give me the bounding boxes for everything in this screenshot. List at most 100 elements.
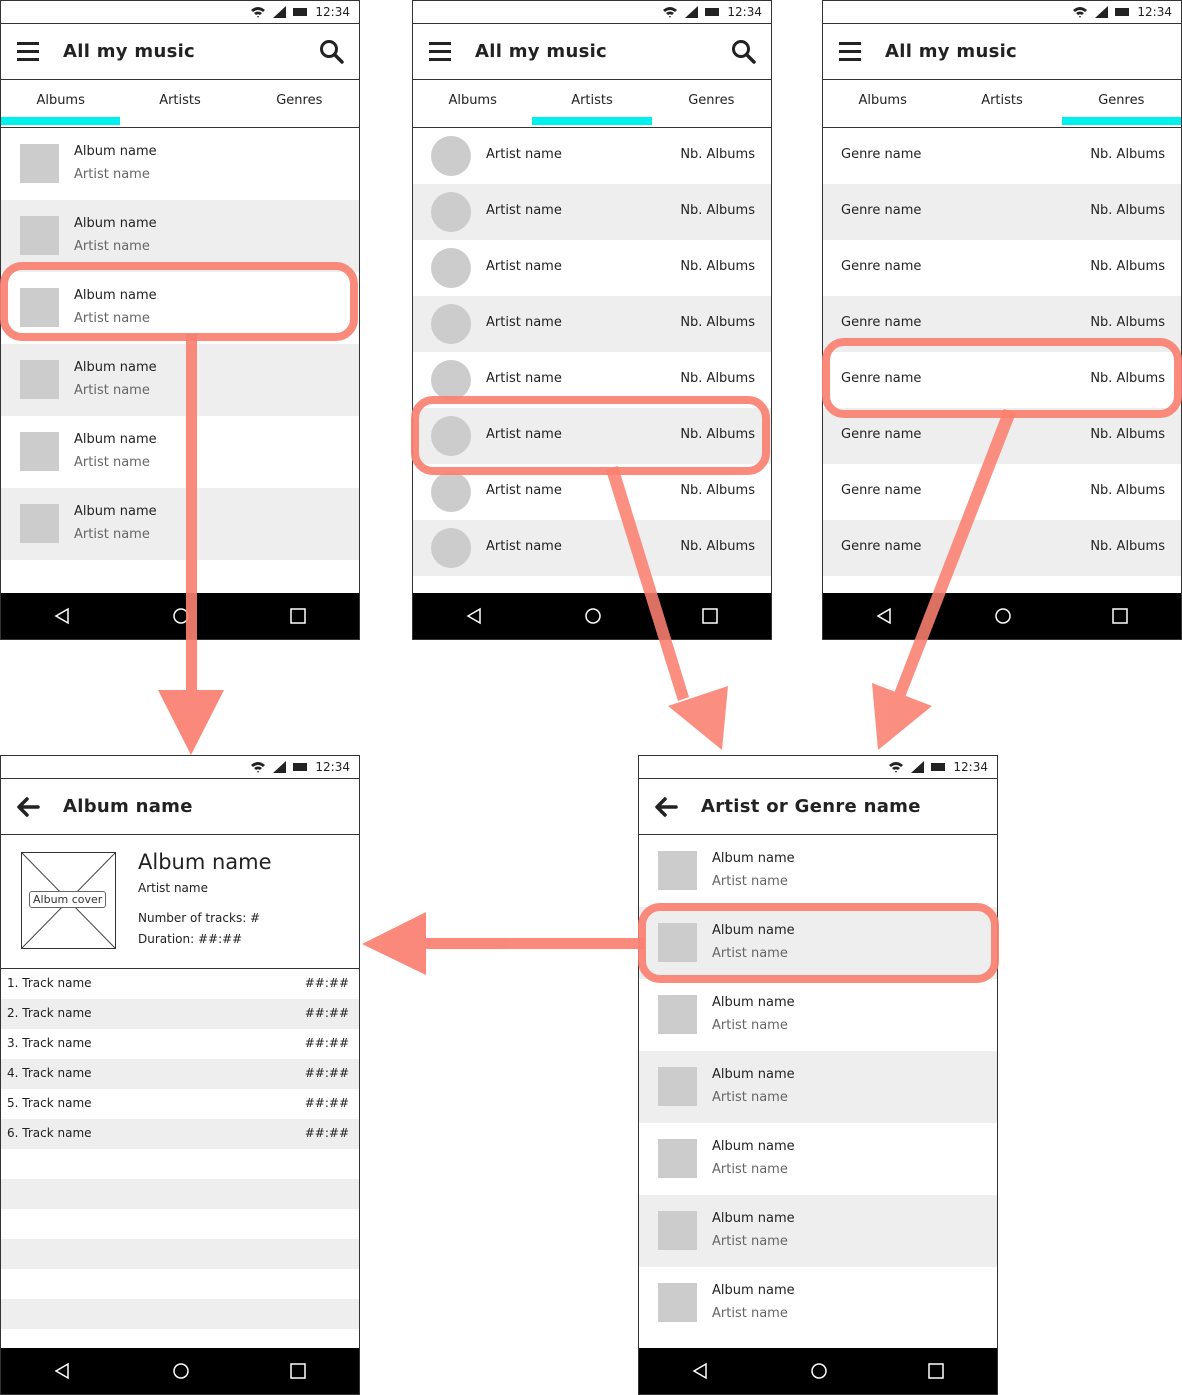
album-name: Album name — [712, 1211, 795, 1226]
artist-name: Artist name — [74, 527, 150, 542]
artist-avatar — [431, 136, 471, 176]
artist-avatar — [431, 192, 471, 232]
album-count: Nb. Albums — [680, 483, 755, 498]
artist-list-item[interactable]: Artist name Nb. Albums — [413, 240, 771, 296]
genre-name: Genre name — [841, 147, 922, 162]
artist-name: Artist name — [486, 483, 562, 498]
menu-icon[interactable] — [17, 42, 39, 62]
album-list-item[interactable]: Album name Artist name — [639, 1267, 997, 1339]
back-arrow-icon[interactable] — [653, 795, 679, 819]
empty-row — [1, 1239, 359, 1269]
home-nav-icon[interactable] — [172, 607, 190, 625]
album-list-item[interactable]: Album name Artist name — [639, 1123, 997, 1195]
album-name: Album name — [712, 995, 795, 1010]
album-list-item[interactable]: Album name Artist name — [1, 128, 359, 200]
genre-list-item[interactable]: Genre name Nb. Albums — [823, 128, 1181, 184]
tab-artists[interactable]: Artists — [942, 80, 1061, 127]
back-nav-icon[interactable] — [465, 607, 483, 625]
highlight-album-item — [0, 262, 358, 341]
status-time: 12:34 — [1137, 5, 1172, 19]
app-bar: All my music — [1, 24, 359, 80]
back-nav-icon[interactable] — [53, 1362, 71, 1380]
app-bar: All my music — [823, 24, 1181, 80]
album-count: Nb. Albums — [680, 147, 755, 162]
album-thumbnail — [20, 360, 59, 399]
status-bar: 12:34 — [1, 1, 359, 24]
status-time: 12:34 — [953, 760, 988, 774]
tab-genres[interactable]: Genres — [652, 80, 771, 127]
recents-nav-icon[interactable] — [1111, 607, 1129, 625]
track-row[interactable]: 4. Track name ##:## — [1, 1059, 359, 1089]
tab-albums[interactable]: Albums — [823, 80, 942, 127]
album-list-item[interactable]: Album name Artist name — [639, 1051, 997, 1123]
artist-name: Artist name — [486, 147, 562, 162]
back-nav-icon[interactable] — [53, 607, 71, 625]
album-count: Nb. Albums — [1090, 203, 1165, 218]
artist-list-item[interactable]: Artist name Nb. Albums — [413, 184, 771, 240]
album-list-item[interactable]: Album name Artist name — [639, 1195, 997, 1267]
artist-name: Artist name — [712, 874, 788, 889]
status-bar: 12:34 — [1, 756, 359, 779]
track-row[interactable]: 6. Track name ##:## — [1, 1119, 359, 1149]
empty-row — [1, 1269, 359, 1299]
album-thumbnail — [658, 1283, 697, 1322]
app-title: Artist or Genre name — [701, 796, 921, 817]
track-row[interactable]: 3. Track name ##:## — [1, 1029, 359, 1059]
track-row[interactable]: 1. Track name ##:## — [1, 969, 359, 999]
search-icon[interactable] — [731, 39, 757, 65]
genre-list-item[interactable]: Genre name Nb. Albums — [823, 240, 1181, 296]
album-thumbnail — [20, 504, 59, 543]
genre-list-item[interactable]: Genre name Nb. Albums — [823, 520, 1181, 576]
track-label: 6. Track name — [7, 1126, 92, 1140]
track-row[interactable]: 2. Track name ##:## — [1, 999, 359, 1029]
status-time: 12:34 — [315, 760, 350, 774]
album-list-item[interactable]: Album name Artist name — [1, 416, 359, 488]
back-nav-icon[interactable] — [875, 607, 893, 625]
artist-name: Artist name — [486, 203, 562, 218]
track-label: 5. Track name — [7, 1096, 92, 1110]
artist-list-item[interactable]: Artist name Nb. Albums — [413, 296, 771, 352]
status-icons — [1073, 6, 1129, 18]
home-nav-icon[interactable] — [810, 1362, 828, 1380]
back-arrow-icon[interactable] — [15, 795, 41, 819]
recents-nav-icon[interactable] — [289, 607, 307, 625]
tab-albums[interactable]: Albums — [1, 80, 121, 127]
track-label: 3. Track name — [7, 1036, 92, 1050]
app-title: All my music — [885, 41, 1018, 62]
album-list-item[interactable]: Album name Artist name — [1, 344, 359, 416]
back-nav-icon[interactable] — [691, 1362, 709, 1380]
recents-nav-icon[interactable] — [701, 607, 719, 625]
genre-list-item[interactable]: Genre name Nb. Albums — [823, 184, 1181, 240]
menu-icon[interactable] — [839, 42, 861, 62]
track-duration: ##:## — [304, 1096, 349, 1110]
album-name: Album name — [74, 144, 157, 159]
home-nav-icon[interactable] — [994, 607, 1012, 625]
search-icon[interactable] — [319, 39, 345, 65]
recents-nav-icon[interactable] — [927, 1362, 945, 1380]
home-nav-icon[interactable] — [584, 607, 602, 625]
artist-name: Artist name — [74, 383, 150, 398]
empty-row — [1, 1149, 359, 1179]
tab-artists[interactable]: Artists — [532, 80, 652, 127]
tab-genres[interactable]: Genres — [1061, 80, 1181, 127]
recents-nav-icon[interactable] — [289, 1362, 307, 1380]
home-nav-icon[interactable] — [172, 1362, 190, 1380]
track-row[interactable]: 5. Track name ##:## — [1, 1089, 359, 1119]
tab-genres[interactable]: Genres — [240, 80, 359, 127]
album-count: Nb. Albums — [1090, 147, 1165, 162]
status-bar: 12:34 — [639, 756, 997, 779]
artist-avatar — [431, 528, 471, 568]
album-list-item[interactable]: Album name Artist name — [639, 835, 997, 907]
tab-artists[interactable]: Artists — [120, 80, 239, 127]
album-thumbnail — [658, 1211, 697, 1250]
album-list-item[interactable]: Album name Artist name — [639, 979, 997, 1051]
track-label: 1. Track name — [7, 976, 92, 990]
artist-list-item[interactable]: Artist name Nb. Albums — [413, 128, 771, 184]
screen-album-detail: 12:34 Album name Album cover Album name … — [0, 755, 360, 1395]
genre-list-item[interactable]: Genre name Nb. Albums — [823, 464, 1181, 520]
menu-icon[interactable] — [429, 42, 451, 62]
tab-albums[interactable]: Albums — [413, 80, 532, 127]
album-name: Album name — [74, 216, 157, 231]
album-list-item[interactable]: Album name Artist name — [1, 488, 359, 560]
artist-list-item[interactable]: Artist name Nb. Albums — [413, 520, 771, 576]
